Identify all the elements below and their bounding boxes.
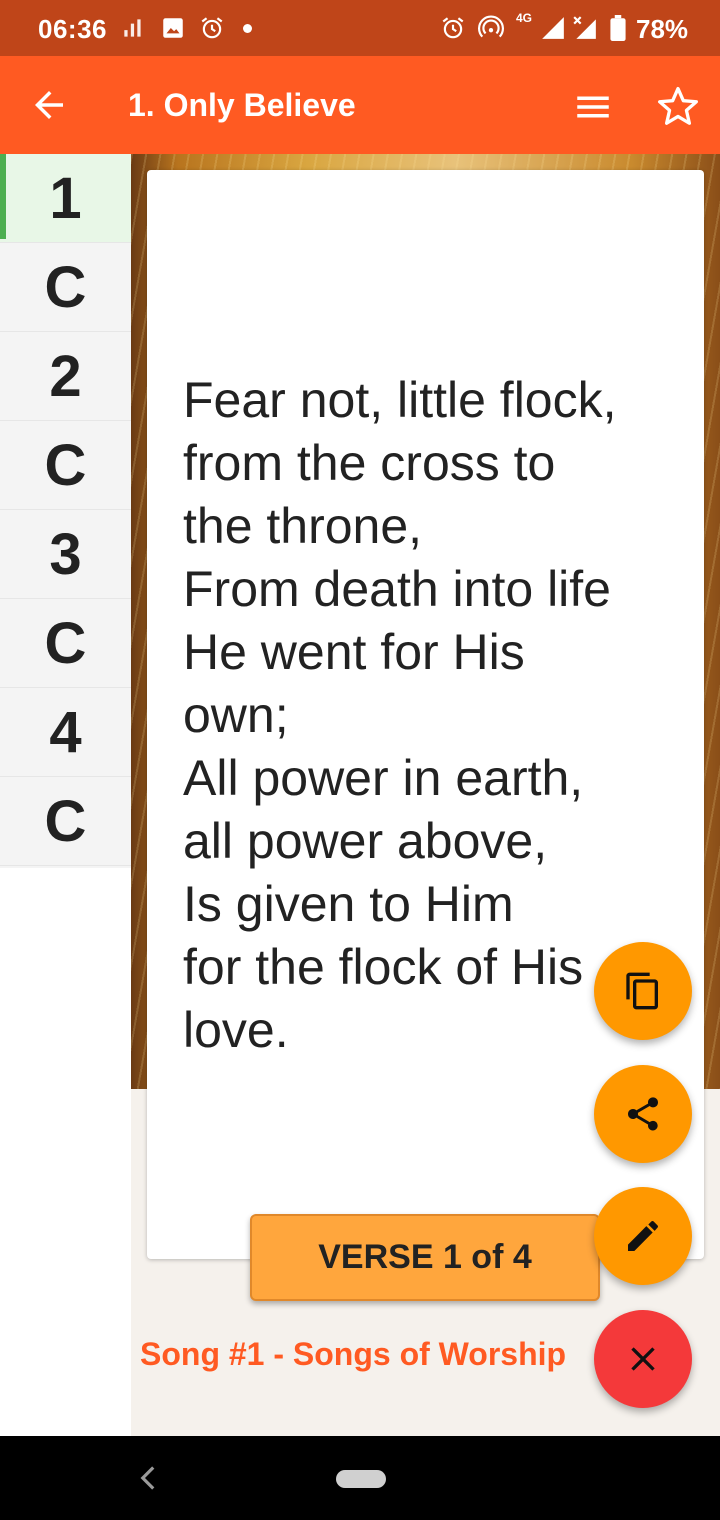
nav-back-icon[interactable] xyxy=(136,1464,160,1492)
app-bar: 1. Only Believe xyxy=(0,56,720,154)
arrow-back-icon[interactable] xyxy=(28,84,70,126)
alarm-icon xyxy=(442,17,464,39)
sidebar-item-label: C xyxy=(44,610,87,676)
battery-percentage: 78% xyxy=(636,14,689,44)
star-outline-icon[interactable] xyxy=(656,84,700,128)
system-nav-bar xyxy=(0,1436,720,1520)
sidebar-item-label: 2 xyxy=(49,343,82,409)
sidebar-item-label: 4 xyxy=(49,699,82,765)
song-source-label: Song #1 - Songs of Worship xyxy=(140,1336,567,1372)
menu-icon[interactable] xyxy=(572,86,614,128)
sidebar-item-chorus[interactable]: C xyxy=(0,599,131,688)
verse-indicator-label: VERSE 1 of 4 xyxy=(318,1238,532,1276)
page-title: 1. Only Believe xyxy=(128,87,356,123)
close-button[interactable] xyxy=(594,1310,692,1408)
copy-icon xyxy=(626,972,658,1010)
verse-sidebar: 1 C 2 C 3 C 4 C xyxy=(0,154,131,868)
notification-dot xyxy=(243,24,252,33)
sidebar-item-chorus[interactable]: C xyxy=(0,243,131,332)
battery-icon xyxy=(610,15,626,41)
sidebar-item-verse-2[interactable]: 2 xyxy=(0,332,131,421)
sidebar-item-label: 1 xyxy=(49,165,82,231)
edit-button[interactable] xyxy=(594,1187,692,1285)
sidebar-item-verse-1[interactable]: 1 xyxy=(0,154,131,243)
image-icon xyxy=(163,18,183,38)
alarm-icon xyxy=(201,17,223,39)
sidebar-item-label: 3 xyxy=(49,521,82,587)
home-pill[interactable] xyxy=(336,1470,386,1488)
status-time: 06:36 xyxy=(38,14,107,44)
sidebar-item-chorus[interactable]: C xyxy=(0,421,131,510)
sidebar-item-label: C xyxy=(44,432,87,498)
signal-x-icon xyxy=(573,16,596,39)
media-icon xyxy=(124,19,141,37)
share-icon xyxy=(628,1097,658,1131)
hotspot-icon xyxy=(478,15,504,38)
copy-button[interactable] xyxy=(594,942,692,1040)
share-button[interactable] xyxy=(594,1065,692,1163)
sidebar-item-verse-4[interactable]: 4 xyxy=(0,688,131,777)
signal-icon xyxy=(542,17,564,39)
network-type-label: 4G xyxy=(516,11,533,25)
sidebar-item-chorus[interactable]: C xyxy=(0,777,131,866)
close-icon xyxy=(631,1347,655,1371)
edit-icon xyxy=(628,1221,658,1251)
sidebar-item-verse-3[interactable]: 3 xyxy=(0,510,131,599)
sidebar-item-label: C xyxy=(44,788,87,854)
verse-indicator-button[interactable]: VERSE 1 of 4 xyxy=(250,1214,600,1301)
lyrics-text: Fear not, little flock, from the cross t… xyxy=(183,372,617,1058)
status-bar: 06:36 4G 78% xyxy=(0,0,720,56)
sidebar-item-label: C xyxy=(44,254,87,320)
